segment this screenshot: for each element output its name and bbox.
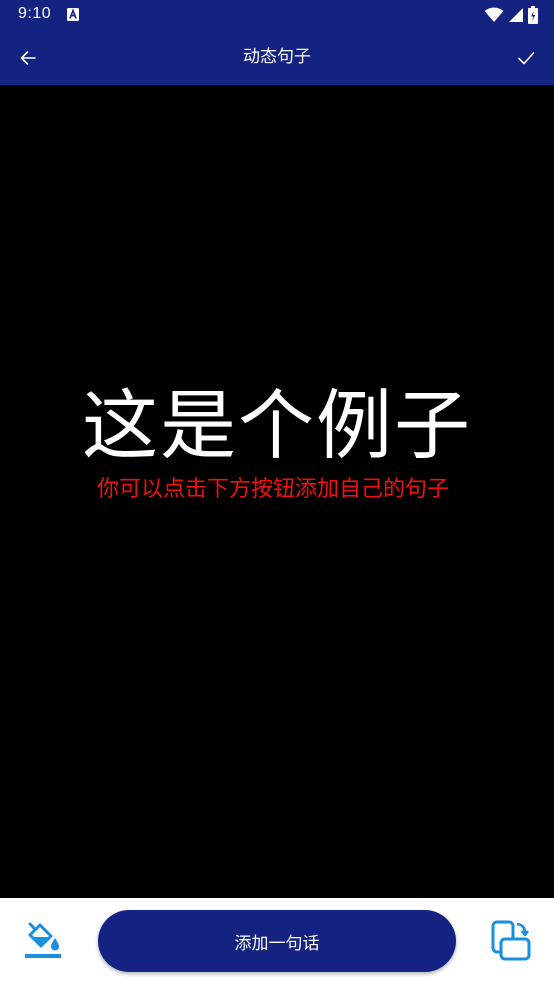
main-sentence: 这是个例子 (82, 381, 472, 470)
sub-sentence: 你可以点击下方按钮添加自己的句子 (96, 477, 449, 502)
confirm-button[interactable] (510, 42, 542, 74)
rotate-screen-icon (491, 920, 531, 961)
sentence-canvas[interactable]: 这是个例子 你可以点击下方按钮添加自己的句子 (0, 85, 554, 898)
signal-icon (509, 8, 523, 22)
back-button[interactable] (12, 42, 44, 74)
rotate-screen-button[interactable] (487, 918, 533, 964)
paint-bucket-icon (25, 922, 61, 958)
color-picker-button[interactable] (20, 918, 66, 964)
wifi-icon (484, 7, 504, 22)
a-notification-icon (67, 8, 79, 21)
add-sentence-button[interactable]: 添加一句话 (98, 910, 456, 972)
status-bar: 9:10 (0, 0, 554, 30)
arrow-left-icon (20, 51, 36, 65)
status-icons (484, 6, 538, 24)
page-title: 动态句子 (243, 47, 311, 67)
checkmark-icon (518, 52, 535, 65)
bottom-bar: 添加一句话 (0, 898, 554, 984)
battery-icon (528, 6, 538, 24)
status-time: 9:10 (18, 5, 52, 22)
app-bar: 动态句子 (0, 30, 554, 85)
